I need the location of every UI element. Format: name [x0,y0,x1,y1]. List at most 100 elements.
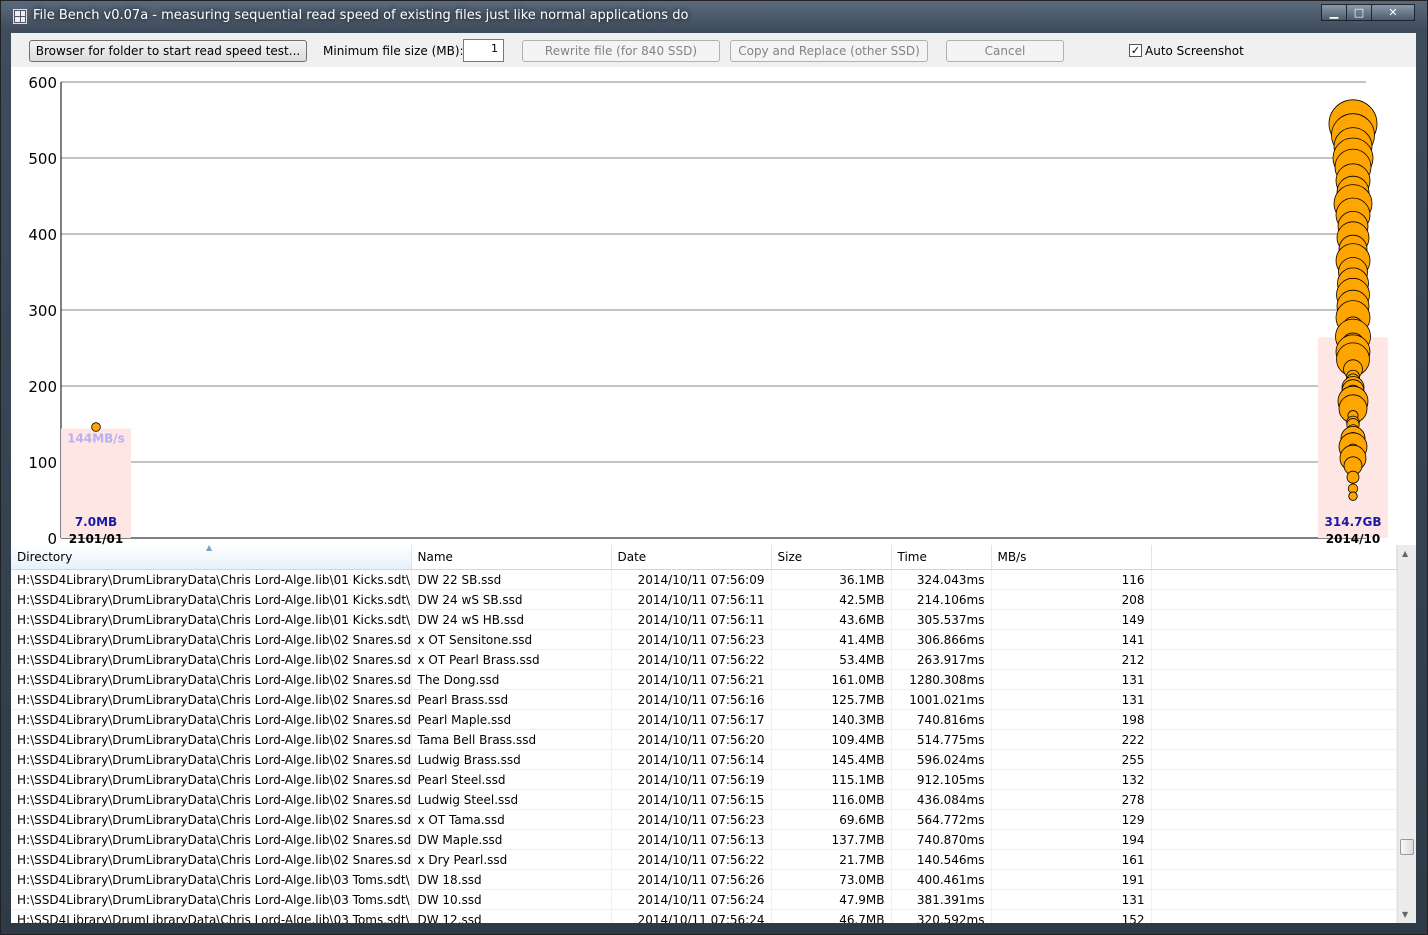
col-header-size[interactable]: Size [771,545,892,570]
col-header-name[interactable]: Name [411,545,612,570]
chart-svg: 0100200300400500600144MB/s7.0MB2101/0126… [28,74,1388,548]
cell-date: 2014/10/11 07:56:23 [611,809,772,830]
cell-mbps: 131 [991,889,1152,910]
cell-filler [1151,869,1397,890]
cell-size: 46.7MB [771,909,892,923]
table-row[interactable]: H:\SSD4Library\DrumLibraryData\Chris Lor… [11,669,1397,690]
cell-filler [1151,649,1397,670]
auto-screenshot-label: Auto Screenshot [1145,44,1244,58]
table-row[interactable]: H:\SSD4Library\DrumLibraryData\Chris Lor… [11,749,1397,770]
cell-filler [1151,629,1397,650]
cell-name: The Dong.ssd [411,669,612,690]
cell-size: 140.3MB [771,709,892,730]
cell-filler [1151,569,1397,590]
copy-replace-button[interactable]: Copy and Replace (other SSD) [730,40,928,62]
col-header-filler [1151,545,1397,570]
col-header-time[interactable]: Time [891,545,992,570]
col-header-date[interactable]: Date [611,545,772,570]
col-header-mbps[interactable]: MB/s [991,545,1152,570]
vertical-scrollbar[interactable]: ▲ ▼ [1397,545,1416,923]
cell-mbps: 152 [991,909,1152,923]
browse-folder-button[interactable]: Browser for folder to start read speed t… [29,40,307,62]
group-size-label: 7.0MB [75,515,117,529]
cell-size: 43.6MB [771,609,892,630]
cell-date: 2014/10/11 07:56:11 [611,609,772,630]
table-row[interactable]: H:\SSD4Library\DrumLibraryData\Chris Lor… [11,769,1397,790]
table-row[interactable]: H:\SSD4Library\DrumLibraryData\Chris Lor… [11,689,1397,710]
table-row[interactable]: H:\SSD4Library\DrumLibraryData\Chris Lor… [11,649,1397,670]
cell-mbps: 132 [991,769,1152,790]
cell-name: Pearl Steel.ssd [411,769,612,790]
cell-time: 320.592ms [891,909,992,923]
table-row[interactable]: H:\SSD4Library\DrumLibraryData\Chris Lor… [11,589,1397,610]
client-area: Browser for folder to start read speed t… [11,33,1416,923]
cell-size: 42.5MB [771,589,892,610]
cell-date: 2014/10/11 07:56:20 [611,729,772,750]
cell-name: Pearl Maple.ssd [411,709,612,730]
table-row[interactable]: H:\SSD4Library\DrumLibraryData\Chris Lor… [11,889,1397,910]
table-row[interactable]: H:\SSD4Library\DrumLibraryData\Chris Lor… [11,809,1397,830]
table-row[interactable]: H:\SSD4Library\DrumLibraryData\Chris Lor… [11,609,1397,630]
cell-mbps: 149 [991,609,1152,630]
data-point [1346,470,1360,484]
y-tick-label: 200 [28,378,57,396]
cell-mbps: 161 [991,849,1152,870]
min-size-input[interactable]: 1 [463,39,504,62]
table-row[interactable]: H:\SSD4Library\DrumLibraryData\Chris Lor… [11,829,1397,850]
table-body: H:\SSD4Library\DrumLibraryData\Chris Lor… [11,569,1397,923]
rewrite-file-button[interactable]: Rewrite file (for 840 SSD) [522,40,720,62]
table-row[interactable]: H:\SSD4Library\DrumLibraryData\Chris Lor… [11,789,1397,810]
cell-date: 2014/10/11 07:56:15 [611,789,772,810]
cell-name: x OT Pearl Brass.ssd [411,649,612,670]
y-tick-label: 400 [28,226,57,244]
scroll-down-icon[interactable]: ▼ [1402,910,1408,919]
cancel-button[interactable]: Cancel [946,40,1064,62]
cell-time: 1280.308ms [891,669,992,690]
cell-name: x OT Tama.ssd [411,809,612,830]
table-row[interactable]: H:\SSD4Library\DrumLibraryData\Chris Lor… [11,729,1397,750]
table-row[interactable]: H:\SSD4Library\DrumLibraryData\Chris Lor… [11,569,1397,590]
cell-mbps: 255 [991,749,1152,770]
cell-directory: H:\SSD4Library\DrumLibraryData\Chris Lor… [11,609,412,630]
table-row[interactable]: H:\SSD4Library\DrumLibraryData\Chris Lor… [11,869,1397,890]
app-window: File Bench v0.07a - measuring sequential… [0,0,1428,935]
minimize-button[interactable]: ▁ [1321,4,1347,21]
cell-size: 47.9MB [771,889,892,910]
cell-directory: H:\SSD4Library\DrumLibraryData\Chris Lor… [11,849,412,870]
cell-directory: H:\SSD4Library\DrumLibraryData\Chris Lor… [11,749,412,770]
table-row[interactable]: H:\SSD4Library\DrumLibraryData\Chris Lor… [11,849,1397,870]
table-row[interactable]: H:\SSD4Library\DrumLibraryData\Chris Lor… [11,629,1397,650]
cell-size: 161.0MB [771,669,892,690]
cell-name: DW 12.ssd [411,909,612,923]
cell-directory: H:\SSD4Library\DrumLibraryData\Chris Lor… [11,729,412,750]
y-tick-label: 100 [28,454,57,472]
auto-screenshot-checkbox[interactable]: ✓ [1129,44,1142,57]
cell-date: 2014/10/11 07:56:17 [611,709,772,730]
close-button[interactable]: ✕ [1371,4,1415,21]
cell-size: 21.7MB [771,849,892,870]
window-title: File Bench v0.07a - measuring sequential… [33,8,689,23]
cell-size: 115.1MB [771,769,892,790]
maximize-button[interactable]: □ [1346,4,1372,21]
cell-size: 36.1MB [771,569,892,590]
cell-date: 2014/10/11 07:56:21 [611,669,772,690]
cell-date: 2014/10/11 07:56:11 [611,589,772,610]
average-speed-label: 144MB/s [67,432,125,446]
results-table[interactable]: ▲ Directory Name Date Size Time MB/s H:\S… [11,545,1397,923]
cell-directory: H:\SSD4Library\DrumLibraryData\Chris Lor… [11,689,412,710]
cell-mbps: 278 [991,789,1152,810]
table-row[interactable]: H:\SSD4Library\DrumLibraryData\Chris Lor… [11,709,1397,730]
scroll-thumb[interactable] [1400,839,1414,855]
data-point [1348,491,1358,501]
cell-size: 109.4MB [771,729,892,750]
cell-directory: H:\SSD4Library\DrumLibraryData\Chris Lor… [11,909,412,923]
col-header-directory[interactable]: ▲ Directory [11,545,412,570]
table-row[interactable]: H:\SSD4Library\DrumLibraryData\Chris Lor… [11,909,1397,923]
title-bar[interactable]: File Bench v0.07a - measuring sequential… [1,1,1427,33]
cell-directory: H:\SSD4Library\DrumLibraryData\Chris Lor… [11,809,412,830]
cell-name: Ludwig Brass.ssd [411,749,612,770]
cell-directory: H:\SSD4Library\DrumLibraryData\Chris Lor… [11,889,412,910]
col-header-label: Directory [17,550,73,564]
scroll-up-icon[interactable]: ▲ [1402,549,1408,558]
group-size-label: 314.7GB [1325,515,1382,529]
